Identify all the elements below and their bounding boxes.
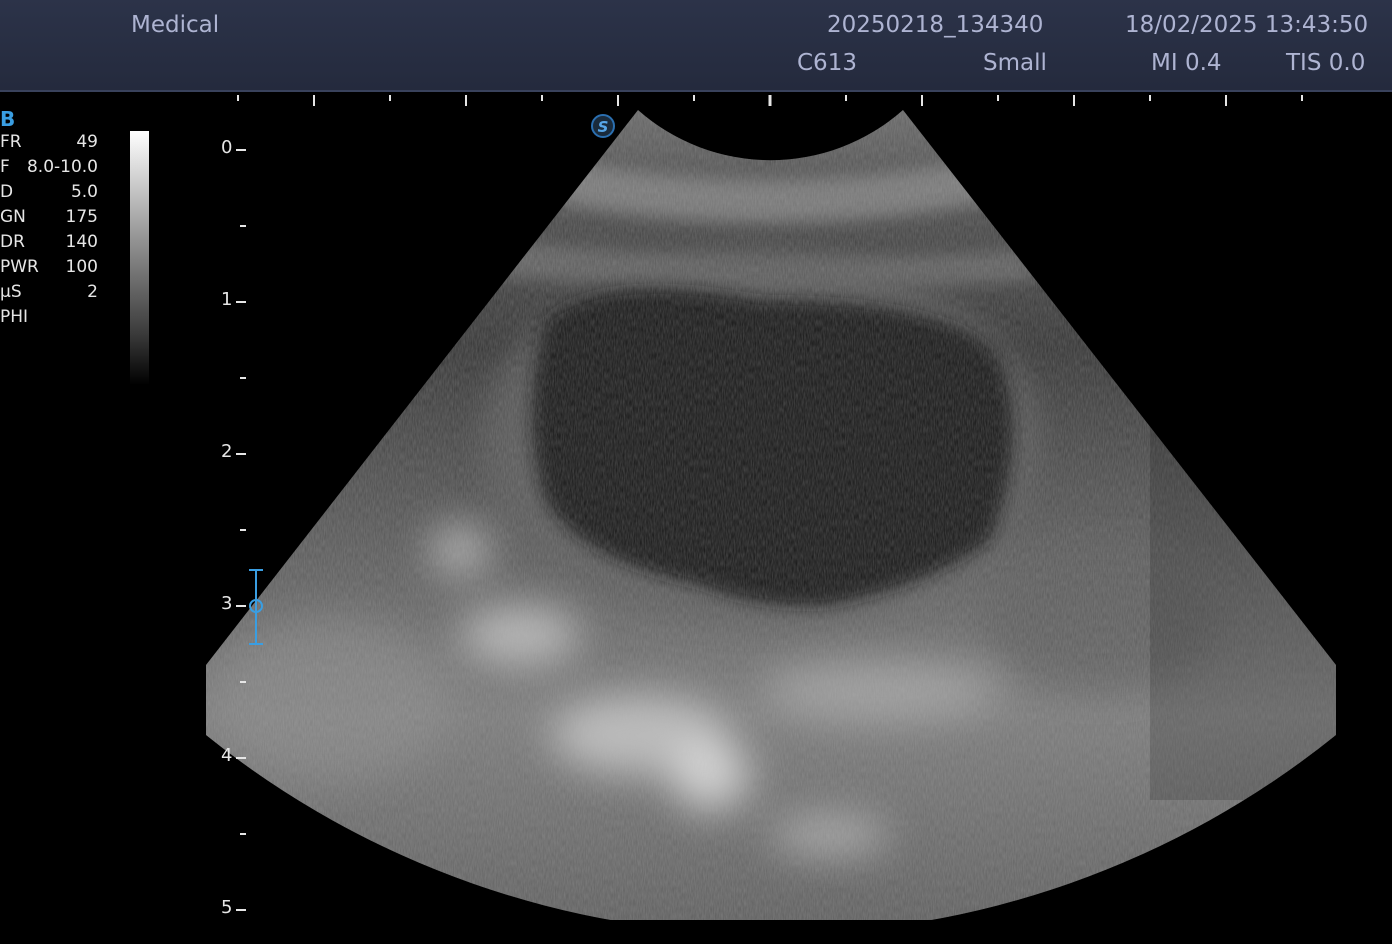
depth-label: 0: [221, 137, 233, 158]
depth-ruler: [236, 149, 246, 911]
orientation-marker-icon: S: [591, 114, 615, 138]
depth-label: 1: [221, 289, 233, 310]
depth-label: 3: [221, 593, 233, 614]
depth-label: 5: [221, 897, 233, 918]
svg-text:S: S: [598, 118, 609, 136]
lateral-ruler: [237, 95, 1303, 106]
scan-sector: [206, 110, 1336, 920]
depth-label: 4: [221, 745, 233, 766]
ultrasound-image[interactable]: S: [0, 0, 1392, 944]
depth-label: 2: [221, 441, 233, 462]
